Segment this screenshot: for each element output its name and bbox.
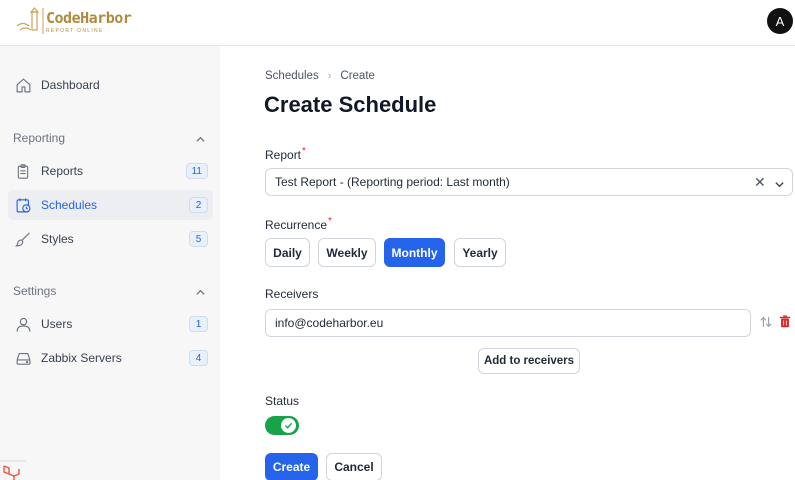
clipboard-icon	[14, 162, 32, 180]
breadcrumb-current: Create	[340, 70, 375, 82]
required-marker: *	[302, 146, 306, 157]
clear-icon[interactable]: ✕	[754, 175, 766, 189]
sidebar-item-label: Users	[41, 317, 73, 331]
breadcrumb-link-schedules[interactable]: Schedules	[265, 70, 319, 82]
top-bar: CodeHarbor REPORT ONLINE A	[0, 0, 795, 46]
create-button[interactable]: Create	[265, 453, 318, 480]
user-icon	[14, 315, 32, 333]
sidebar-section-reporting: Reporting	[13, 131, 66, 145]
breadcrumb: Schedules › Create	[265, 70, 375, 82]
trash-icon[interactable]	[778, 314, 792, 334]
cancel-button[interactable]: Cancel	[326, 453, 382, 480]
count-badge: 5	[189, 231, 208, 247]
chevron-up-icon[interactable]	[195, 132, 206, 150]
chevron-up-icon[interactable]	[195, 285, 206, 303]
sidebar-section-settings: Settings	[13, 284, 57, 298]
add-to-receivers-button[interactable]: Add to receivers	[478, 348, 580, 374]
server-icon	[14, 349, 32, 367]
recurrence-daily-button[interactable]: Daily	[265, 238, 310, 267]
report-label: Report*	[265, 146, 306, 162]
status-toggle[interactable]	[265, 416, 299, 435]
home-icon	[14, 76, 32, 94]
receivers-label: Receivers	[265, 287, 319, 301]
status-label: Status	[265, 394, 300, 408]
page-title: Create Schedule	[264, 92, 437, 117]
sidebar-item-reports[interactable]: Reports 11	[8, 156, 213, 186]
calendar-clock-icon	[14, 196, 32, 214]
sidebar-item-label: Styles	[41, 232, 74, 246]
count-badge: 11	[185, 163, 208, 179]
report-select[interactable]: Test Report - (Reporting period: Last mo…	[265, 168, 793, 196]
sidebar-item-users[interactable]: Users 1	[8, 309, 213, 339]
count-badge: 2	[189, 197, 208, 213]
sidebar-item-zabbix-servers[interactable]: Zabbix Servers 4	[8, 343, 213, 373]
chevron-down-icon[interactable]	[774, 177, 785, 195]
report-select-value: Test Report - (Reporting period: Last mo…	[275, 175, 510, 189]
count-badge: 4	[189, 350, 208, 366]
recurrence-label: Recurrence*	[265, 216, 332, 232]
required-marker: *	[328, 216, 332, 227]
receiver-email-input[interactable]	[265, 309, 751, 337]
brush-icon	[14, 230, 32, 248]
chevron-right-icon: ›	[327, 70, 332, 82]
check-icon	[281, 418, 296, 433]
sidebar-item-dashboard[interactable]: Dashboard	[8, 70, 213, 100]
recurrence-monthly-button[interactable]: Monthly	[384, 238, 445, 267]
lighthouse-logo-icon	[14, 6, 44, 36]
sidebar-item-label: Dashboard	[41, 78, 100, 92]
sidebar-item-label: Schedules	[41, 198, 98, 212]
recurrence-weekly-button[interactable]: Weekly	[318, 238, 376, 267]
brand-logo[interactable]: CodeHarbor REPORT ONLINE	[14, 6, 132, 36]
brand-tagline: REPORT ONLINE	[46, 27, 104, 34]
sidebar-item-label: Zabbix Servers	[41, 351, 122, 365]
recurrence-yearly-button[interactable]: Yearly	[454, 238, 506, 267]
sidebar: Dashboard Reporting Reports 11 Schedules…	[0, 46, 220, 480]
brand-name: CodeHarbor	[46, 8, 132, 27]
user-avatar[interactable]: A	[767, 8, 793, 34]
laravel-icon	[0, 460, 26, 480]
sidebar-item-schedules[interactable]: Schedules 2	[8, 190, 213, 220]
sort-icon[interactable]	[759, 315, 773, 334]
sidebar-item-styles[interactable]: Styles 5	[8, 224, 213, 254]
sidebar-item-label: Reports	[41, 164, 84, 178]
count-badge: 1	[189, 316, 208, 332]
